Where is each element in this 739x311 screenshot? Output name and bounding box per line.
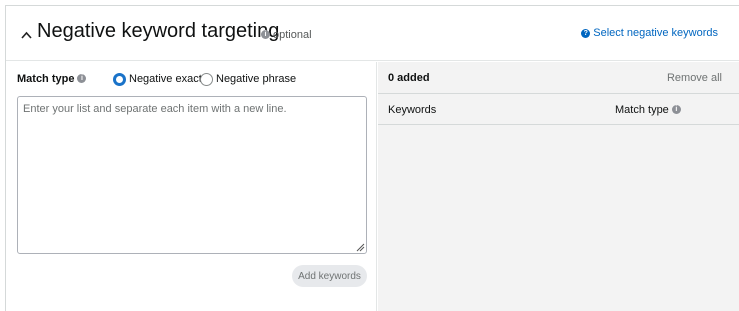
select-link-label: Select negative keywords bbox=[593, 27, 718, 39]
added-count: 0 added bbox=[388, 72, 430, 84]
optional-label: optional bbox=[273, 29, 312, 41]
optional-tag: i optional bbox=[261, 29, 312, 41]
help-icon: ? bbox=[581, 29, 591, 38]
radio-negative-exact[interactable]: Negative exact bbox=[113, 71, 202, 87]
column-match-type-info-icon[interactable]: i bbox=[671, 104, 681, 114]
keywords-textarea[interactable] bbox=[17, 96, 367, 254]
column-match-type: Match type i bbox=[615, 104, 681, 116]
radio-negative-exact-control[interactable] bbox=[113, 72, 126, 86]
match-type-label: Match type i bbox=[17, 73, 87, 85]
added-keywords-panel: 0 added Remove all Keywords Match type i bbox=[378, 62, 739, 311]
section-title: Negative keyword targeting bbox=[37, 20, 280, 42]
info-icon[interactable]: i bbox=[261, 29, 270, 39]
negative-keyword-targeting-card: Negative keyword targeting i optional ? Se… bbox=[5, 5, 739, 311]
radio-negative-phrase[interactable]: Negative phrase bbox=[200, 71, 296, 87]
keyword-entry-panel: Match type i Negative exact Negative phra… bbox=[6, 62, 377, 311]
match-type-label-text: Match type bbox=[17, 73, 75, 85]
add-keywords-button[interactable]: Add keywords bbox=[292, 265, 367, 287]
radio-negative-phrase-control[interactable] bbox=[200, 72, 213, 86]
section-header: Negative keyword targeting i optional ? Se… bbox=[6, 6, 739, 61]
added-header: 0 added Remove all bbox=[378, 62, 739, 94]
radio-negative-exact-label: Negative exact bbox=[129, 73, 202, 85]
select-negative-keywords-link[interactable]: ? Select negative keywords bbox=[581, 27, 718, 39]
column-keywords: Keywords bbox=[388, 104, 437, 116]
chevron-up-icon[interactable] bbox=[21, 31, 32, 39]
remove-all-link[interactable]: Remove all bbox=[667, 72, 722, 84]
resize-handle-icon[interactable] bbox=[356, 243, 365, 252]
column-match-type-label: Match type bbox=[615, 104, 669, 116]
radio-negative-phrase-label: Negative phrase bbox=[216, 73, 297, 85]
match-type-info-icon[interactable]: i bbox=[77, 73, 87, 83]
added-table-header: Keywords Match type i bbox=[378, 95, 739, 125]
